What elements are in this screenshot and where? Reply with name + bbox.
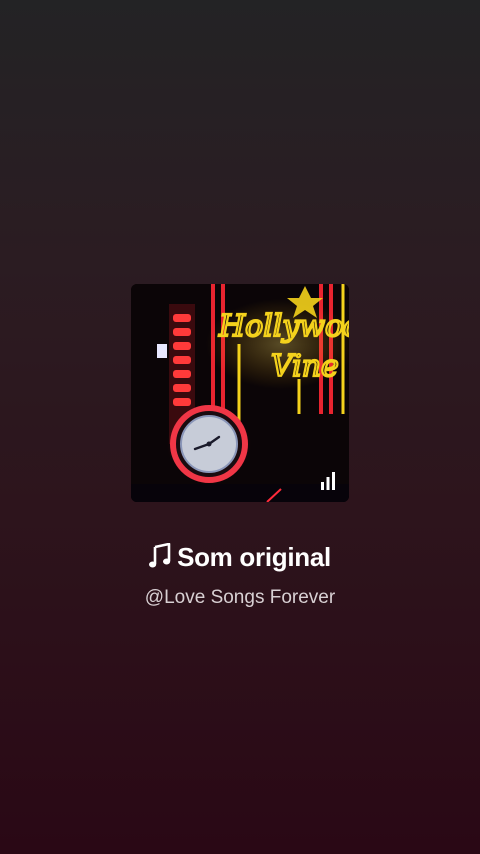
artwork-sign-line1: Hollywood	[218, 309, 349, 344]
music-note-icon	[149, 543, 171, 568]
audio-bars-icon	[321, 472, 335, 490]
sound-author-link[interactable]: @Love Songs Forever	[0, 584, 480, 612]
sound-title-row[interactable]: Som original	[0, 538, 480, 576]
artwork-sign-line2: Vine	[271, 349, 339, 384]
sound-title: Som original	[177, 542, 331, 572]
sound-artwork[interactable]: Hollywood Vine	[131, 284, 349, 502]
artwork-image: Hollywood Vine	[131, 284, 349, 502]
